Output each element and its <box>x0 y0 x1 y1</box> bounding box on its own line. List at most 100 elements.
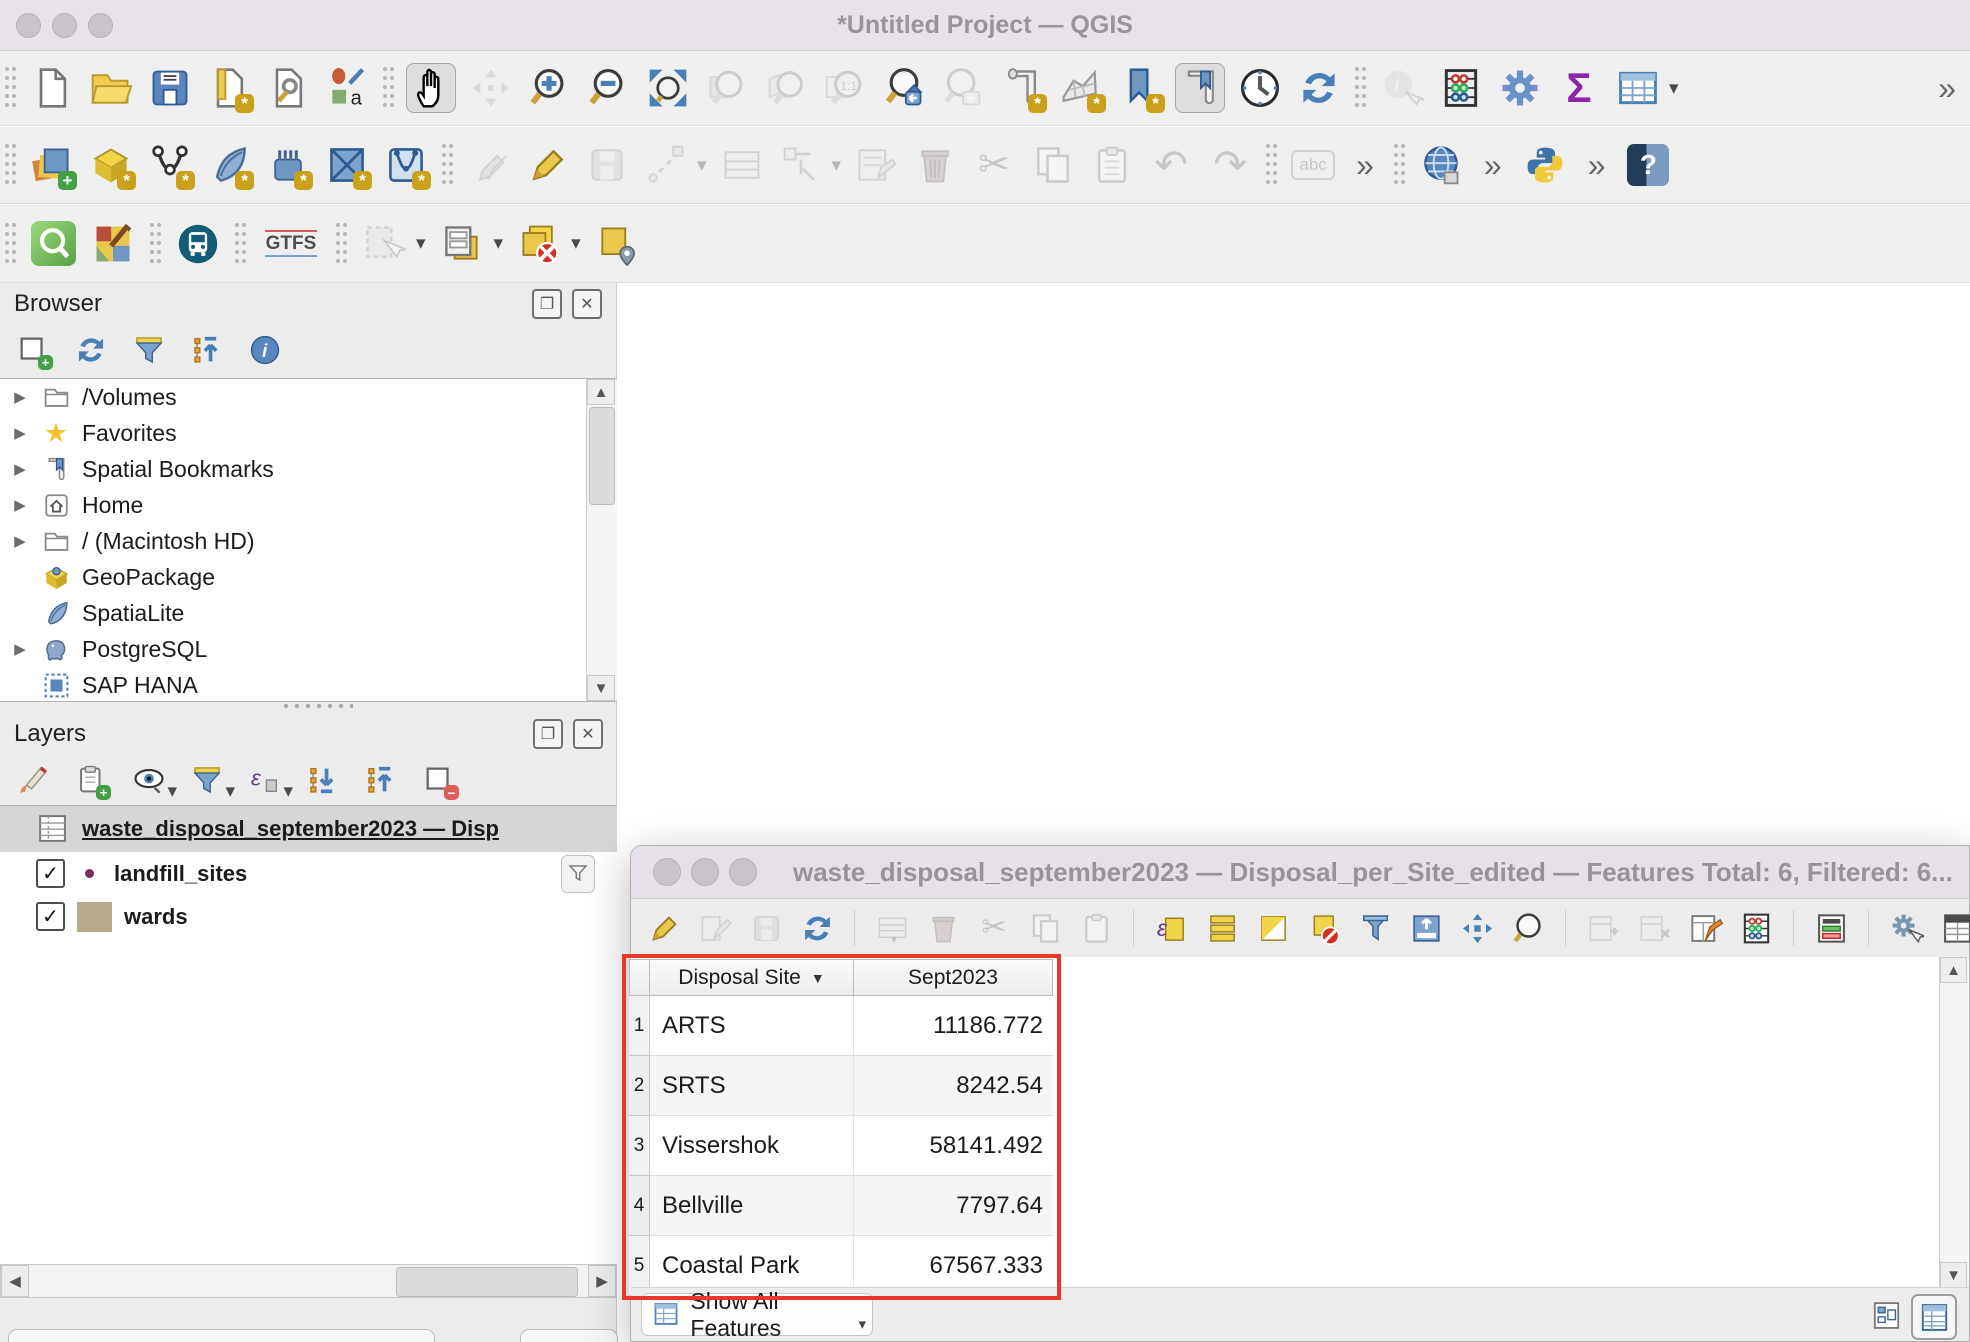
scrollbar-thumb[interactable] <box>589 407 615 505</box>
toolbar-overflow-chevron[interactable]: » <box>1938 70 1956 107</box>
browser-filter-icon[interactable] <box>130 331 168 369</box>
cut-icon[interactable]: ✂ <box>975 909 1013 947</box>
refresh-icon[interactable] <box>1295 64 1343 112</box>
expand-caret-icon[interactable]: ▶ <box>10 640 30 658</box>
toolbar-grip[interactable] <box>4 143 17 187</box>
switch-view-icon[interactable] <box>1938 909 1970 947</box>
row-number[interactable]: 4 <box>629 1176 650 1236</box>
filter-legend-icon[interactable]: ▾ <box>188 761 226 799</box>
new-scratch-layer-icon[interactable]: * <box>264 141 312 189</box>
new-spatial-bookmark-icon[interactable]: * <box>1116 64 1164 112</box>
float-panel-icon[interactable]: ❐ <box>533 719 563 749</box>
browser-refresh-icon[interactable] <box>72 331 110 369</box>
browser-item-volumes[interactable]: ▶ /Volumes <box>0 379 617 415</box>
zoom-native-icon[interactable]: 1:1 <box>821 64 869 112</box>
zoom-to-layer-icon[interactable] <box>762 64 810 112</box>
feature-filter-button[interactable]: Show All Features ▾ <box>641 1293 873 1336</box>
scrollbar-thumb[interactable] <box>396 1267 578 1297</box>
toolbar-grip[interactable] <box>441 143 454 187</box>
table-view-toggle[interactable] <box>1911 1294 1957 1340</box>
zoom-out-icon[interactable] <box>585 64 633 112</box>
help-icon[interactable]: ? <box>1624 141 1672 189</box>
select-by-form-icon[interactable] <box>1356 909 1394 947</box>
collapse-all-icon[interactable] <box>362 761 400 799</box>
add-group-icon[interactable]: + <box>72 761 110 799</box>
cell-disposal-site[interactable]: SRTS <box>650 1056 854 1116</box>
field-calculator-icon[interactable] <box>1686 909 1724 947</box>
float-panel-icon[interactable]: ❐ <box>532 289 562 319</box>
expand-caret-icon[interactable]: ▶ <box>10 496 30 514</box>
scroll-right-icon[interactable]: ▶ <box>588 1265 616 1297</box>
expand-caret-icon[interactable]: ▶ <box>10 424 30 442</box>
scroll-up-icon[interactable]: ▲ <box>1940 957 1967 983</box>
add-record-icon[interactable] <box>718 141 766 189</box>
filter-by-expression-icon[interactable]: ε▾ <box>246 761 284 799</box>
row-number[interactable]: 1 <box>629 996 650 1056</box>
toolbar-grip[interactable] <box>149 222 162 266</box>
new-shapefile-layer-icon[interactable]: * <box>146 141 194 189</box>
project-save-icon[interactable] <box>146 64 194 112</box>
add-selected-layers-icon[interactable]: + <box>14 331 52 369</box>
current-edits-icon[interactable] <box>465 141 513 189</box>
column-header-sept2023[interactable]: Sept2023 <box>854 959 1053 996</box>
deselect-all-icon[interactable] <box>1305 909 1343 947</box>
cell-disposal-site[interactable]: ARTS <box>650 996 854 1056</box>
dropdown-caret-icon[interactable]: ▾ <box>416 232 426 255</box>
zoom-last-icon[interactable] <box>880 64 928 112</box>
toolbar-grip[interactable] <box>1265 143 1278 187</box>
toggle-editing-icon[interactable] <box>645 909 683 947</box>
layer-item-landfill-sites[interactable]: ✓ landfill_sites <box>0 852 617 895</box>
python-console-icon[interactable] <box>1521 141 1569 189</box>
layer-filter-indicator-icon[interactable] <box>561 855 595 893</box>
invert-selection-icon[interactable] <box>1254 909 1292 947</box>
dropdown-caret-icon[interactable]: ▾ <box>1669 77 1679 100</box>
multiedit-icon[interactable] <box>696 909 734 947</box>
save-edits-icon[interactable] <box>747 909 785 947</box>
dropdown-caret-icon[interactable]: ▾ <box>832 154 842 177</box>
transit-icon[interactable] <box>174 220 222 268</box>
show-spatial-bookmarks-icon[interactable] <box>1175 63 1225 113</box>
copy-features-icon[interactable] <box>1029 141 1077 189</box>
expand-all-icon[interactable] <box>304 761 342 799</box>
dock-table-icon[interactable] <box>1812 909 1850 947</box>
layer-item-waste-disposal[interactable]: waste_disposal_september2023 — Disp <box>0 806 617 852</box>
zoom-in-icon[interactable] <box>526 64 574 112</box>
open-attribute-table-icon[interactable] <box>1614 64 1662 112</box>
browser-collapse-all-icon[interactable] <box>188 331 226 369</box>
form-view-toggle[interactable] <box>1865 1294 1907 1336</box>
toggle-editing-icon[interactable] <box>524 141 572 189</box>
vertex-tool-icon[interactable] <box>777 141 825 189</box>
dropdown-caret-icon[interactable]: ▾ <box>697 154 707 177</box>
cell-sept2023[interactable]: 58141.492 <box>854 1116 1053 1176</box>
zoom-traffic-light[interactable] <box>729 858 757 886</box>
cell-sept2023[interactable]: 7797.64 <box>854 1176 1053 1236</box>
dropdown-caret-icon[interactable]: ▾ <box>571 232 581 255</box>
move-selection-top-icon[interactable] <box>1407 909 1445 947</box>
layer-checkbox[interactable]: ✓ <box>36 859 65 888</box>
expand-caret-icon[interactable]: ▶ <box>10 388 30 406</box>
metasearch-icon[interactable] <box>1417 141 1465 189</box>
expand-caret-icon[interactable]: ▶ <box>10 460 30 478</box>
quickmapservices-icon[interactable] <box>89 220 137 268</box>
select-all-icon[interactable] <box>1203 909 1241 947</box>
cell-sept2023[interactable]: 11186.772 <box>854 996 1053 1056</box>
new-virtual-layer-icon[interactable]: * <box>323 141 371 189</box>
layer-labeling-icon[interactable]: abc <box>1289 141 1337 189</box>
toolbar-overflow-chevron[interactable]: » <box>1588 147 1606 184</box>
scroll-left-icon[interactable]: ◀ <box>1 1265 29 1297</box>
toolbar-grip[interactable] <box>4 66 17 110</box>
data-source-manager-icon[interactable]: + <box>28 141 76 189</box>
cell-sept2023[interactable]: 8242.54 <box>854 1056 1053 1116</box>
sum-features-icon[interactable]: Σ <box>1555 64 1603 112</box>
save-layer-edits-icon[interactable] <box>583 141 631 189</box>
paste-features-icon[interactable] <box>1088 141 1136 189</box>
dropdown-caret-icon[interactable]: ▾ <box>225 780 235 803</box>
undo-icon[interactable]: ↶ <box>1147 141 1195 189</box>
toolbar-overflow-chevron[interactable]: » <box>1484 147 1502 184</box>
pan-to-selection-icon[interactable] <box>1458 909 1496 947</box>
dropdown-caret-icon[interactable]: ▾ <box>283 780 293 803</box>
toolbar-overflow-chevron[interactable]: » <box>1356 147 1374 184</box>
toolbar-grip[interactable] <box>382 66 395 110</box>
browser-item-macintosh-hd[interactable]: ▶ / (Macintosh HD) <box>0 523 617 559</box>
modify-attributes-icon[interactable] <box>852 141 900 189</box>
